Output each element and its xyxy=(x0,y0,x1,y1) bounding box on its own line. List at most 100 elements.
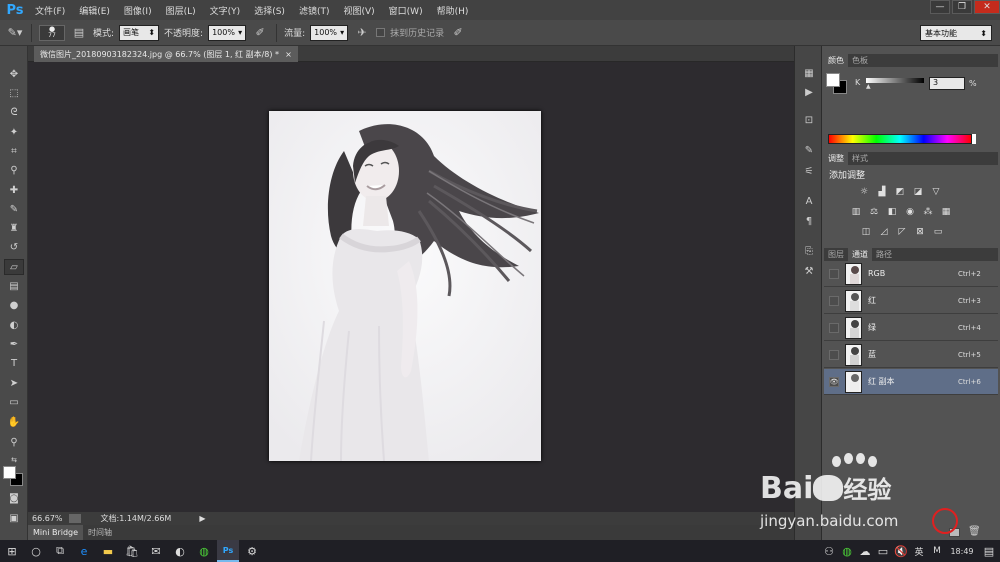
photoshop-taskbar-icon[interactable]: Ps xyxy=(217,540,239,562)
healing-brush-tool-icon[interactable]: ✚ xyxy=(4,182,24,198)
move-tool-icon[interactable]: ✥ xyxy=(4,66,24,82)
channel-row-red-copy[interactable]: 👁 红 副本 Ctrl+6 xyxy=(824,369,998,395)
menu-filter[interactable]: 滤镜(T) xyxy=(292,4,337,17)
ime-indicator[interactable]: 英 xyxy=(911,540,927,562)
menu-select[interactable]: 选择(S) xyxy=(247,4,292,17)
posterize-icon[interactable]: ◿ xyxy=(878,226,890,237)
dodge-tool-icon[interactable]: ◐ xyxy=(4,317,24,333)
menu-type[interactable]: 文字(Y) xyxy=(203,4,248,17)
wechat-tray-icon[interactable]: ◍ xyxy=(839,540,855,562)
photo-filter-icon[interactable]: ◉ xyxy=(904,206,916,217)
path-selection-tool-icon[interactable]: ➤ xyxy=(4,375,24,391)
mode-select[interactable]: 画笔 ⬍ xyxy=(119,24,160,41)
airbrush-icon[interactable]: ✈ xyxy=(353,25,371,41)
blur-tool-icon[interactable]: ● xyxy=(4,297,24,313)
tab-color[interactable]: 颜色 xyxy=(824,54,848,67)
tab-paths[interactable]: 路径 xyxy=(872,248,896,261)
brush-panel-toggle-icon[interactable]: ▤ xyxy=(70,25,88,41)
magic-wand-tool-icon[interactable]: ✦ xyxy=(4,124,24,140)
k-slider[interactable] xyxy=(866,78,924,83)
hue-saturation-icon[interactable]: ▥ xyxy=(850,206,862,217)
curves-icon[interactable]: ◩ xyxy=(894,186,906,197)
delete-channel-icon[interactable]: 🗑 xyxy=(968,526,981,537)
type-tool-icon[interactable]: T xyxy=(4,355,24,371)
menu-edit[interactable]: 编辑(E) xyxy=(72,4,117,17)
menu-window[interactable]: 窗口(W) xyxy=(382,4,430,17)
color-balance-icon[interactable]: ⚖ xyxy=(868,206,880,217)
tab-styles[interactable]: 样式 xyxy=(848,152,872,165)
shape-tool-icon[interactable]: ▭ xyxy=(4,394,24,410)
zoom-level[interactable]: 66.67% xyxy=(32,514,63,523)
vibrance-icon[interactable]: ▽ xyxy=(930,186,942,197)
pen-tool-icon[interactable]: ✒ xyxy=(4,336,24,352)
opacity-field[interactable]: 100% ▾ xyxy=(208,24,247,41)
color-foreground-swatch[interactable] xyxy=(826,73,840,87)
mail-icon[interactable]: ✉ xyxy=(145,540,167,562)
people-icon[interactable]: ⚇ xyxy=(821,540,837,562)
quick-mask-icon[interactable]: ◙ xyxy=(4,490,24,506)
levels-icon[interactable]: ▟ xyxy=(876,186,888,197)
tab-swatches[interactable]: 色板 xyxy=(848,54,872,67)
exposure-icon[interactable]: ◪ xyxy=(912,186,924,197)
brush-size-picker[interactable]: ● 77 xyxy=(39,24,65,41)
new-channel-icon[interactable] xyxy=(949,528,960,537)
menu-image[interactable]: 图像(I) xyxy=(117,4,159,17)
tab-layers[interactable]: 图层 xyxy=(824,248,848,261)
eye-icon[interactable]: 👁 xyxy=(829,376,839,387)
hand-tool-icon[interactable]: ✋ xyxy=(4,414,24,430)
eraser-tool-icon[interactable]: ▱ xyxy=(4,259,24,275)
menu-help[interactable]: 帮助(H) xyxy=(430,4,476,17)
channel-row-blue[interactable]: 蓝 Ctrl+5 xyxy=(824,342,998,368)
channel-row-green[interactable]: 绿 Ctrl+4 xyxy=(824,315,998,341)
minimize-button[interactable]: — xyxy=(930,0,950,14)
app-icon[interactable]: ◐ xyxy=(169,540,191,562)
clone-source-icon[interactable]: ⎘ xyxy=(800,244,818,258)
foreground-color-swatch[interactable] xyxy=(3,466,16,479)
history-panel-icon[interactable]: ▦ xyxy=(800,66,818,80)
k-value-input[interactable]: 3 xyxy=(929,77,965,90)
screen-mode-icon[interactable]: ▣ xyxy=(4,510,24,526)
app-icon-2[interactable]: ⚙ xyxy=(241,540,263,562)
network-icon[interactable]: ▭ xyxy=(875,540,891,562)
history-brush-tool-icon[interactable]: ↺ xyxy=(4,239,24,255)
restore-button[interactable]: ❐ xyxy=(952,0,972,14)
spectrum-white[interactable] xyxy=(972,134,976,144)
tab-adjustments[interactable]: 调整 xyxy=(824,152,848,165)
threshold-icon[interactable]: ◸ xyxy=(896,226,908,237)
flow-field[interactable]: 100% ▾ xyxy=(310,24,349,41)
tab-mini-bridge[interactable]: Mini Bridge xyxy=(28,525,84,540)
close-button[interactable]: ✕ xyxy=(974,0,1000,14)
notification-icon[interactable]: ▤ xyxy=(979,540,999,562)
crop-tool-icon[interactable]: ⌗ xyxy=(4,143,24,159)
color-spectrum-bar[interactable] xyxy=(828,134,972,144)
pressure-size-icon[interactable]: ✐ xyxy=(449,25,467,41)
workspace-select[interactable]: 基本功能 ⬍ xyxy=(920,25,992,41)
file-explorer-icon[interactable]: ▬ xyxy=(97,540,119,562)
selective-color-icon[interactable]: ⊠ xyxy=(914,226,926,237)
invert-icon[interactable]: ◫ xyxy=(860,226,872,237)
channel-row-red[interactable]: 红 Ctrl+3 xyxy=(824,288,998,314)
tab-channels[interactable]: 通道 xyxy=(848,248,872,261)
cloud-icon[interactable]: ☁ xyxy=(857,540,873,562)
black-white-icon[interactable]: ◧ xyxy=(886,206,898,217)
zoom-tool-icon[interactable]: ⚲ xyxy=(4,434,24,450)
document-image[interactable] xyxy=(269,111,541,461)
status-menu-arrow-icon[interactable]: ▶ xyxy=(199,514,205,523)
visibility-toggle[interactable] xyxy=(829,322,839,333)
eyedropper-tool-icon[interactable]: ⚲ xyxy=(4,162,24,178)
pressure-opacity-icon[interactable]: ✐ xyxy=(251,25,269,41)
eraser-tool-preset-icon[interactable]: ✎▾ xyxy=(6,25,24,41)
wechat-icon[interactable]: ◍ xyxy=(193,540,215,562)
visibility-toggle[interactable] xyxy=(829,295,839,306)
slider-handle-icon[interactable]: ▲ xyxy=(866,83,871,90)
brush-presets-icon[interactable]: ⚟ xyxy=(800,164,818,178)
store-icon[interactable]: 🛍 xyxy=(121,540,143,562)
search-icon[interactable]: ○ xyxy=(25,540,47,562)
close-tab-icon[interactable]: × xyxy=(285,50,292,59)
visibility-toggle[interactable] xyxy=(829,349,839,360)
marquee-tool-icon[interactable]: ⬚ xyxy=(4,85,24,101)
gradient-tool-icon[interactable]: ▤ xyxy=(4,278,24,294)
clock[interactable]: 18:49 xyxy=(947,540,977,562)
channel-row-rgb[interactable]: RGB Ctrl+2 xyxy=(824,261,998,287)
windows-start-icon[interactable]: ⊞ xyxy=(1,540,23,562)
